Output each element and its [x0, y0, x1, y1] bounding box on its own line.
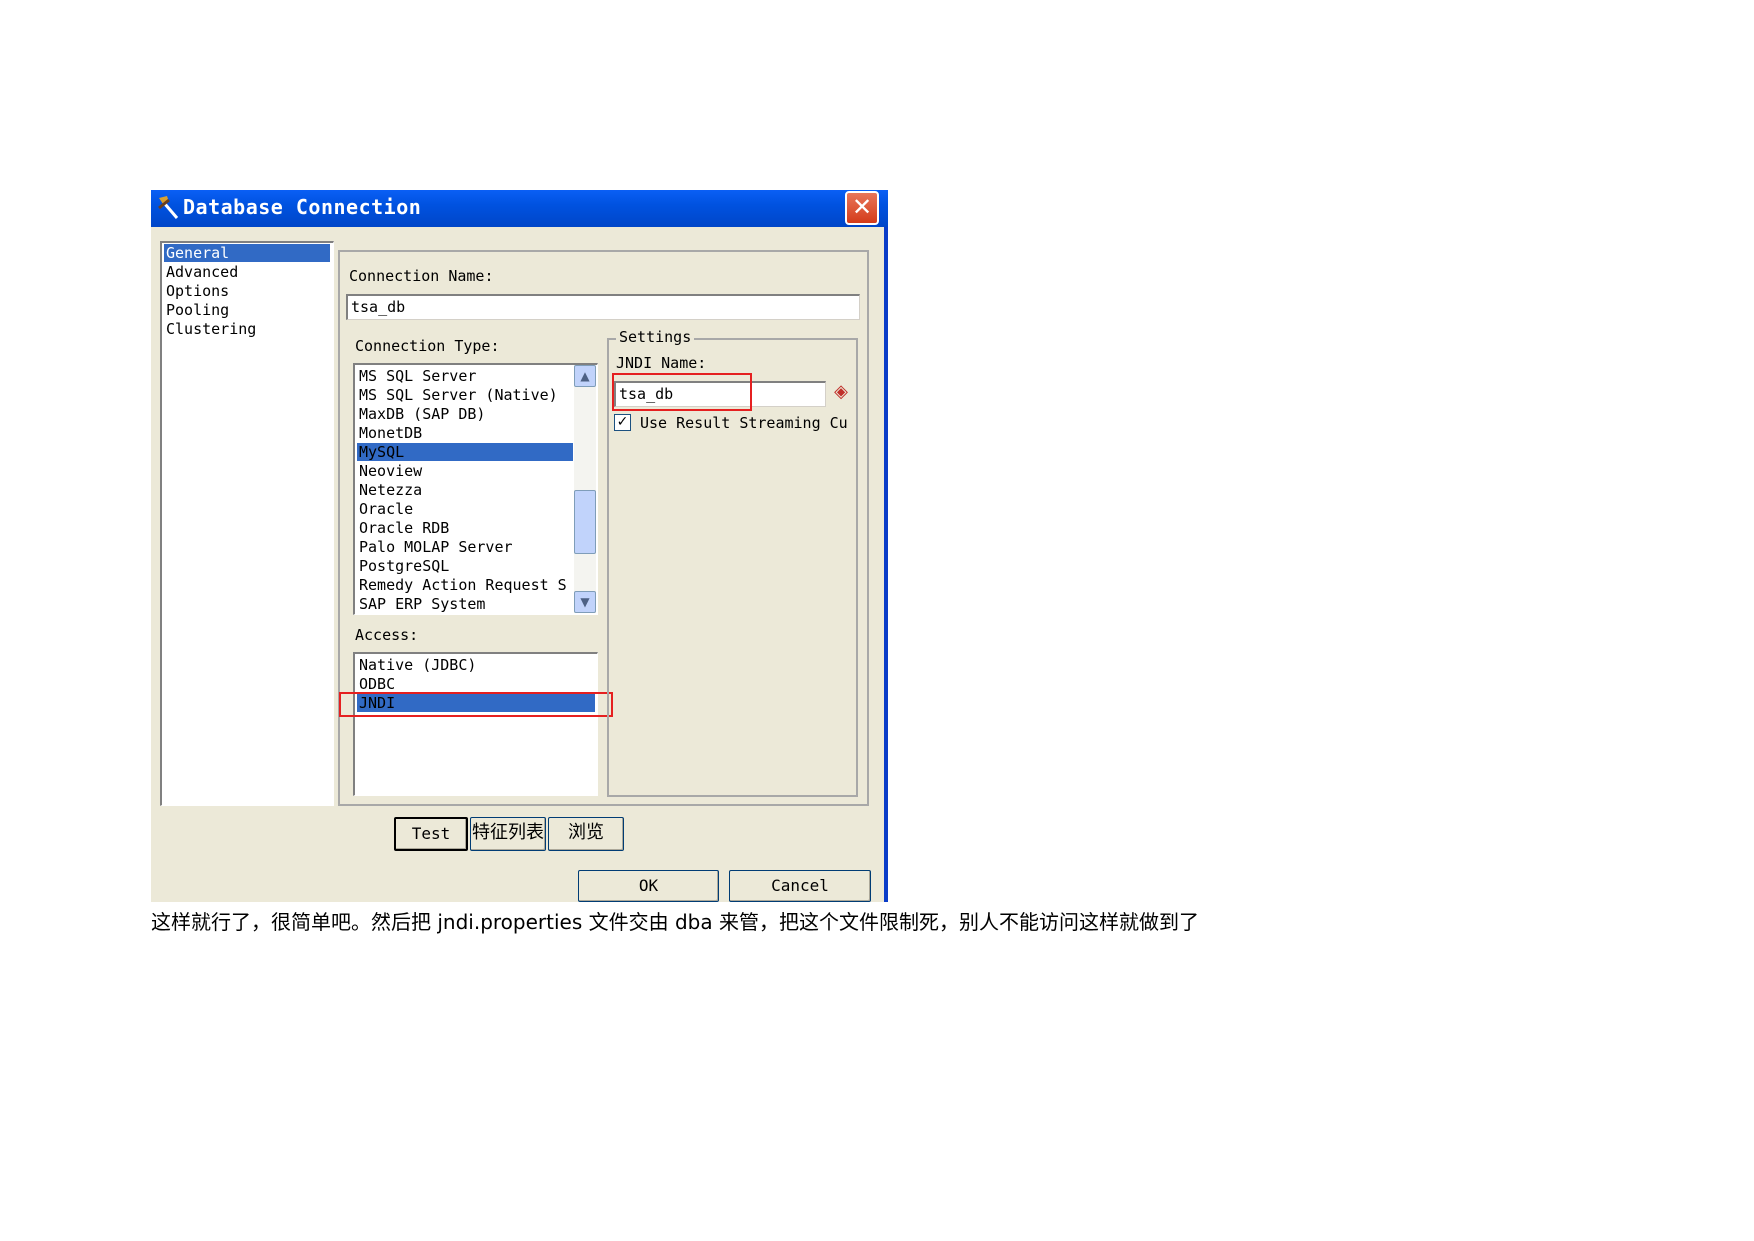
close-icon[interactable]: ✕ [845, 191, 879, 225]
jndi-name-label: JNDI Name: [616, 354, 707, 372]
scroll-thumb[interactable] [574, 490, 596, 554]
connection-name-label: Connection Name: [349, 267, 494, 285]
list-item[interactable]: Netezza [357, 481, 577, 499]
nav-list: General Advanced Options Pooling Cluster… [160, 241, 334, 806]
chevron-down-icon[interactable]: ▼ [574, 591, 596, 613]
nav-item-advanced[interactable]: Advanced [164, 263, 330, 281]
window-title: Database Connection [183, 195, 422, 219]
list-item[interactable]: MS SQL Server [357, 367, 577, 385]
list-item[interactable]: Native (JDBC) [357, 656, 595, 674]
list-item[interactable]: Neoview [357, 462, 577, 480]
list-item[interactable]: MS SQL Server (Native) [357, 386, 577, 404]
cancel-button[interactable]: Cancel [729, 870, 871, 902]
spoon-icon [155, 194, 181, 222]
title-bar[interactable]: Database Connection ✕ [151, 190, 888, 227]
nav-item-options[interactable]: Options [164, 282, 330, 300]
feature-list-button[interactable]: 特征列表 [470, 817, 546, 851]
access-label: Access: [355, 626, 419, 644]
connection-name-input[interactable]: tsa_db [346, 294, 860, 320]
list-item[interactable]: MonetDB [357, 424, 577, 442]
caption-text: 这样就行了，很简单吧。然后把 jndi.properties 文件交由 dba … [151, 910, 1199, 934]
list-item[interactable]: Remedy Action Request S [357, 576, 577, 594]
nav-item-pooling[interactable]: Pooling [164, 301, 330, 319]
diamond-variable-icon[interactable]: ◈ [830, 381, 852, 403]
connection-type-label: Connection Type: [355, 337, 500, 355]
list-item-selected[interactable]: MySQL [357, 443, 573, 461]
chevron-up-icon[interactable]: ▲ [574, 365, 596, 387]
list-item[interactable]: Oracle RDB [357, 519, 577, 537]
use-result-streaming-label: Use Result Streaming Cu [640, 414, 848, 432]
list-item[interactable]: SAP ERP System [357, 595, 577, 613]
nav-item-general[interactable]: General [164, 244, 330, 262]
list-item[interactable]: MaxDB (SAP DB) [357, 405, 577, 423]
list-item[interactable]: Palo MOLAP Server [357, 538, 577, 556]
list-item[interactable]: Oracle [357, 500, 577, 518]
nav-item-clustering[interactable]: Clustering [164, 320, 330, 338]
list-item[interactable]: PostgreSQL [357, 557, 577, 575]
browse-button[interactable]: 浏览 [548, 817, 624, 851]
scrollbar[interactable]: ▲ ▼ [574, 365, 596, 613]
use-result-streaming-checkbox[interactable]: ✓ [614, 414, 631, 431]
highlight-box [612, 373, 752, 411]
settings-group-label: Settings [616, 328, 695, 346]
test-button[interactable]: Test [394, 817, 468, 851]
ok-button[interactable]: OK [578, 870, 719, 902]
connection-type-list[interactable]: MS SQL Server MS SQL Server (Native) Max… [353, 363, 598, 615]
list-item[interactable]: ODBC [357, 675, 595, 693]
highlight-box [339, 692, 613, 717]
access-list[interactable]: Native (JDBC) ODBC JNDI [353, 652, 598, 796]
